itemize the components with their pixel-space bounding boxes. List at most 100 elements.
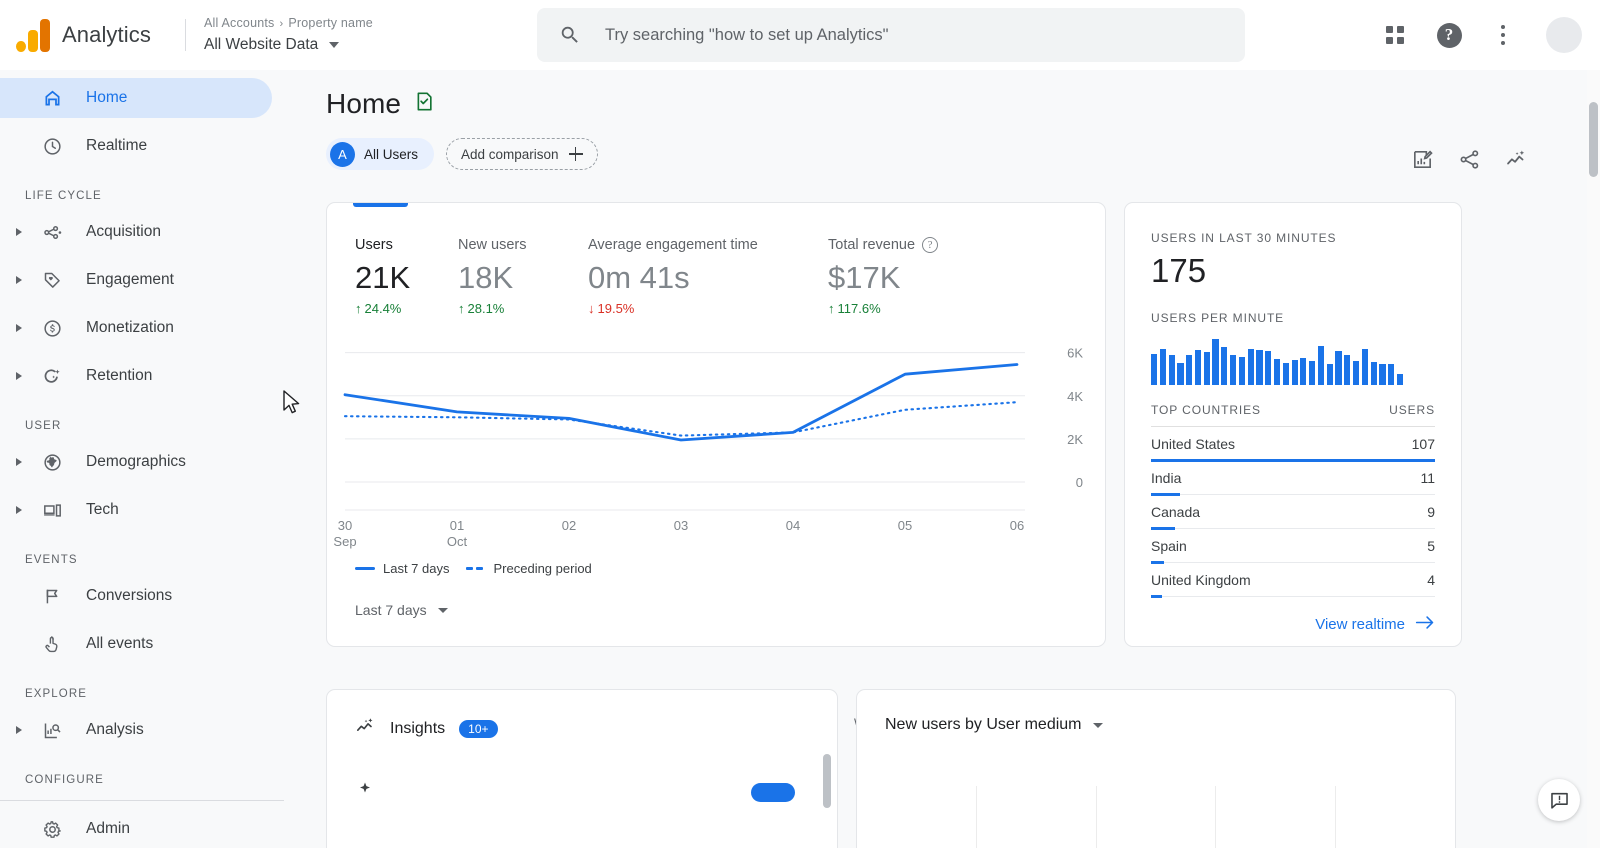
page-scrollbar-track[interactable] <box>1587 70 1600 848</box>
sparkline-bar <box>1212 339 1219 385</box>
svg-text:6K: 6K <box>1067 346 1083 361</box>
sidebar-item-admin[interactable]: Admin <box>0 809 272 848</box>
sparkline-bar <box>1203 352 1210 385</box>
sidebar-item-acquisition[interactable]: Acquisition <box>0 212 272 252</box>
sidebar-item-realtime[interactable]: Realtime <box>0 126 272 166</box>
sparkline-bar <box>1221 346 1228 385</box>
add-comparison-label: Add comparison <box>461 146 559 162</box>
metric-delta: ↑ 117.6% <box>828 301 1008 316</box>
chevron-right-icon[interactable] <box>12 324 26 332</box>
sidebar-section-user: USER <box>25 420 62 432</box>
chevron-right-icon[interactable] <box>12 276 26 284</box>
realtime-users-value: 175 <box>1151 252 1207 289</box>
sidebar-item-engagement[interactable]: Engagement <box>0 260 272 300</box>
legend-item-last-7-days[interactable]: Last 7 days <box>355 561 450 576</box>
metric-total-revenue[interactable]: Total revenue ? $17K ↑ 117.6% <box>828 235 1008 316</box>
sidebar-item-demographics[interactable]: Demographics <box>0 442 272 482</box>
insight-pill <box>751 783 795 802</box>
chevron-right-icon[interactable] <box>12 372 26 380</box>
more-vert-icon[interactable] <box>1486 18 1520 52</box>
search-input[interactable] <box>603 24 1203 46</box>
table-row[interactable]: United Kingdom 4 <box>1151 563 1435 598</box>
sidebar-item-label: Conversions <box>86 587 173 604</box>
country-bar-track <box>1151 595 1435 598</box>
svg-text:2K: 2K <box>1067 432 1083 447</box>
date-range-selector[interactable]: Last 7 days <box>327 602 448 618</box>
metric-value: 21K <box>355 260 411 295</box>
sidebar-item-conversions[interactable]: Conversions <box>0 576 272 616</box>
legend-item-preceding-period[interactable]: Preceding period <box>465 561 592 576</box>
chevron-right-icon[interactable] <box>12 726 26 734</box>
sparkline-bar <box>1194 349 1202 385</box>
main-content: Home A All Users Add comparison Users 21… <box>300 70 1600 848</box>
globe-icon <box>36 452 68 473</box>
sparkline-bar <box>1291 359 1298 385</box>
sparkline-bar <box>1300 357 1307 385</box>
apps-grid-icon[interactable] <box>1378 18 1412 52</box>
table-row[interactable]: India 11 <box>1151 461 1435 496</box>
account-selector[interactable]: All Accounts › Property name All Website D… <box>204 15 373 56</box>
sidebar-item-label: Analysis <box>86 721 144 738</box>
sparkline-bar <box>1238 356 1245 385</box>
metric-users[interactable]: Users 21K ↑ 24.4% <box>355 235 458 316</box>
brand-logo-area[interactable]: Analytics <box>0 18 185 52</box>
insights-header[interactable]: Insights 10+ <box>355 716 837 742</box>
chevron-down-icon[interactable] <box>329 41 340 48</box>
breadcrumb: All Accounts › Property name <box>204 15 373 32</box>
comparison-chips: A All Users Add comparison <box>300 120 1600 170</box>
breadcrumb-separator: › <box>279 17 284 30</box>
insights-doc-check-icon[interactable] <box>413 90 436 118</box>
add-comparison-button[interactable]: Add comparison <box>446 138 598 170</box>
metric-avg-engagement-time[interactable]: Average engagement time 0m 41s ↓ 19.5% <box>588 235 828 316</box>
sidebar-item-label: Tech <box>86 501 119 518</box>
chip-all-users[interactable]: A All Users <box>326 138 435 170</box>
metric-new-users[interactable]: New users 18K ↑ 28.1% <box>458 235 588 316</box>
chevron-right-icon[interactable] <box>12 506 26 514</box>
sparkline-bar <box>1247 348 1254 385</box>
share-icon[interactable] <box>1458 148 1481 176</box>
view-realtime-label: View realtime <box>1315 616 1405 633</box>
table-row[interactable]: United States 107 <box>1151 427 1435 462</box>
help-icon[interactable]: ? <box>1432 18 1466 52</box>
chevron-right-icon[interactable] <box>12 228 26 236</box>
breadcrumb-account: All Accounts <box>204 15 275 30</box>
chevron-right-icon[interactable] <box>12 458 26 466</box>
page-scrollbar-thumb[interactable] <box>1589 102 1598 177</box>
acquisition-icon <box>36 222 68 243</box>
insights-scrollbar[interactable] <box>823 754 831 808</box>
flag-icon <box>36 586 68 607</box>
sparkline-bar <box>1379 364 1386 385</box>
table-row[interactable]: Canada 9 <box>1151 495 1435 530</box>
sidebar-item-all-events[interactable]: All events <box>0 624 272 664</box>
sparkline-bar <box>1309 360 1316 385</box>
sparkline-bar <box>1317 345 1325 385</box>
sparkline-bar <box>1370 362 1377 385</box>
analytics-app: Analytics All Accounts › Property name All… <box>0 0 1600 848</box>
help-circle-icon[interactable]: ? <box>922 237 939 253</box>
new-users-dimension-selector[interactable]: New users by User medium <box>885 716 1103 734</box>
top-bar: Analytics All Accounts › Property name All… <box>0 0 1600 70</box>
metric-label: Users <box>355 237 393 253</box>
top-bar-actions: ? <box>1378 0 1582 70</box>
svg-text:01: 01 <box>450 518 464 533</box>
sidebar-item-home[interactable]: Home <box>0 78 272 118</box>
clock-icon <box>36 136 68 157</box>
sidebar-item-tech[interactable]: Tech <box>0 490 272 530</box>
search-bar[interactable] <box>537 8 1245 62</box>
insights-icon[interactable] <box>1505 148 1528 176</box>
sidebar-item-monetization[interactable]: Monetization <box>0 308 272 348</box>
users-line-chart[interactable]: 0 2K 4K 6K 30 Sep 01 Oct 02 03 04 05 06 <box>327 330 1105 555</box>
sidebar-section-configure: CONFIGURE <box>25 774 104 786</box>
country-users: 9 <box>1427 504 1435 520</box>
country-users: 5 <box>1427 538 1435 554</box>
view-realtime-link[interactable]: View realtime <box>1151 615 1435 634</box>
avatar[interactable] <box>1546 17 1582 53</box>
feedback-button[interactable] <box>1538 779 1580 821</box>
table-row[interactable]: Spain 5 <box>1151 529 1435 564</box>
property-view-row[interactable]: All Website Data <box>204 34 373 56</box>
insights-item-row[interactable] <box>355 780 837 805</box>
new-users-title-label: New users by User medium <box>885 716 1082 733</box>
sidebar-item-analysis[interactable]: Analysis <box>0 710 272 750</box>
sidebar-item-retention[interactable]: Retention <box>0 356 272 396</box>
edit-report-icon[interactable] <box>1411 148 1434 176</box>
